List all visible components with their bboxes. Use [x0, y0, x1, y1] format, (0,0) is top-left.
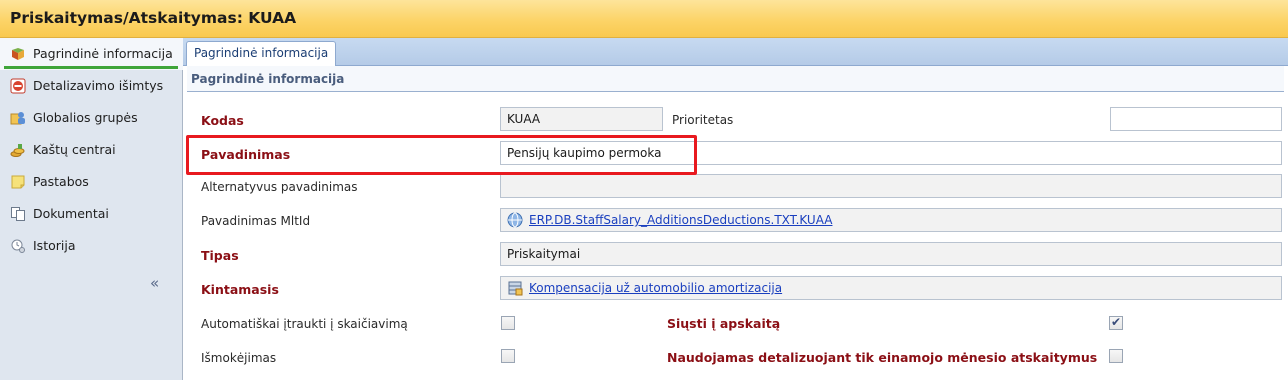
translate-icon	[507, 212, 523, 228]
sidebar: Pagrindinė informacija Detalizavimo išim…	[0, 38, 183, 380]
section-title: Pagrindinė informacija	[191, 72, 345, 86]
group-icon	[10, 112, 25, 125]
naudojamas-label: Naudojamas detalizuojant tik einamojo mė…	[667, 350, 1098, 365]
tab-strip: Pagrindinė informacija	[183, 38, 1288, 67]
kodas-label: Kodas	[201, 113, 244, 128]
mltid-label: Pavadinimas MltId	[201, 214, 311, 228]
window-title: Priskaitymas/Atskaitymas: KUAA	[10, 9, 297, 27]
tipas-label: Tipas	[201, 248, 239, 263]
mltid-field: ERP.DB.StaffSalary_AdditionsDeductions.T…	[500, 208, 1282, 232]
sidebar-item-label: Dokumentai	[33, 206, 109, 221]
section-header: Pagrindinė informacija	[187, 66, 1284, 92]
book-icon	[12, 48, 24, 60]
sidebar-item-detalizavimo[interactable]: Detalizavimo išimtys	[0, 70, 183, 102]
kintamasis-link[interactable]: Kompensacija už automobilio amortizacija	[529, 281, 782, 295]
pavadinimas-input[interactable]: Pensijų kaupimo permoka	[500, 141, 1282, 165]
history-icon	[11, 239, 25, 253]
sidebar-item-label: Detalizavimo išimtys	[33, 78, 164, 93]
kintamasis-field: Kompensacija už automobilio amortizacija	[500, 276, 1282, 300]
kintamasis-label: Kintamasis	[201, 282, 279, 297]
siusti-checkbox[interactable]: ✔	[1109, 315, 1123, 330]
sidebar-item-globalios[interactable]: Globalios grupės	[0, 102, 183, 134]
no-entry-icon	[10, 78, 26, 94]
tipas-field[interactable]: Priskaitymai	[500, 242, 1282, 266]
tab-pagrindine[interactable]: Pagrindinė informacija	[186, 41, 337, 67]
ismokejimas-checkbox[interactable]	[501, 349, 515, 363]
naudojamas-checkbox[interactable]	[1109, 349, 1123, 363]
sidebar-item-label: Pagrindinė informacija	[33, 46, 173, 61]
collapse-sidebar-button[interactable]: «	[150, 274, 159, 292]
checkmark-icon: ✔	[1111, 315, 1122, 329]
prioritetas-field[interactable]	[1110, 107, 1282, 131]
siusti-label: Siųsti į apskaitą	[667, 316, 781, 331]
mltid-link[interactable]: ERP.DB.StaffSalary_AdditionsDeductions.T…	[529, 213, 832, 227]
sidebar-item-label: Kaštų centrai	[33, 142, 116, 157]
auto-label: Automatiškai įtraukti į skaičiavimą	[201, 317, 408, 331]
sidebar-item-label: Pastabos	[33, 174, 89, 189]
prioritetas-label: Prioritetas	[672, 113, 734, 127]
sidebar-item-kastu[interactable]: Kaštų centrai	[0, 134, 183, 166]
sidebar-item-label: Globalios grupės	[33, 110, 138, 125]
auto-checkbox[interactable]	[501, 316, 515, 330]
pavadinimas-label: Pavadinimas	[201, 147, 291, 162]
content-panel: Pagrindinė informacija Kodas KUAA Priori…	[183, 66, 1288, 380]
sidebar-item-dokumentai[interactable]: Dokumentai	[0, 198, 183, 230]
sidebar-item-label: Istorija	[33, 238, 76, 253]
alternatyvus-label: Alternatyvus pavadinimas	[201, 180, 358, 194]
note-icon	[11, 175, 25, 189]
coins-icon	[10, 144, 25, 157]
documents-icon	[11, 207, 25, 221]
sidebar-item-pagrindine[interactable]: Pagrindinė informacija	[0, 38, 183, 70]
sidebar-item-istorija[interactable]: Istorija	[0, 230, 183, 262]
window-titlebar: Priskaitymas/Atskaitymas: KUAA	[0, 0, 1288, 38]
database-icon	[508, 281, 523, 296]
ismokejimas-label: Išmokėjimas	[201, 351, 277, 365]
sidebar-item-pastabos[interactable]: Pastabos	[0, 166, 183, 198]
kodas-field[interactable]: KUAA	[500, 107, 663, 131]
alternatyvus-field[interactable]	[500, 174, 1282, 198]
